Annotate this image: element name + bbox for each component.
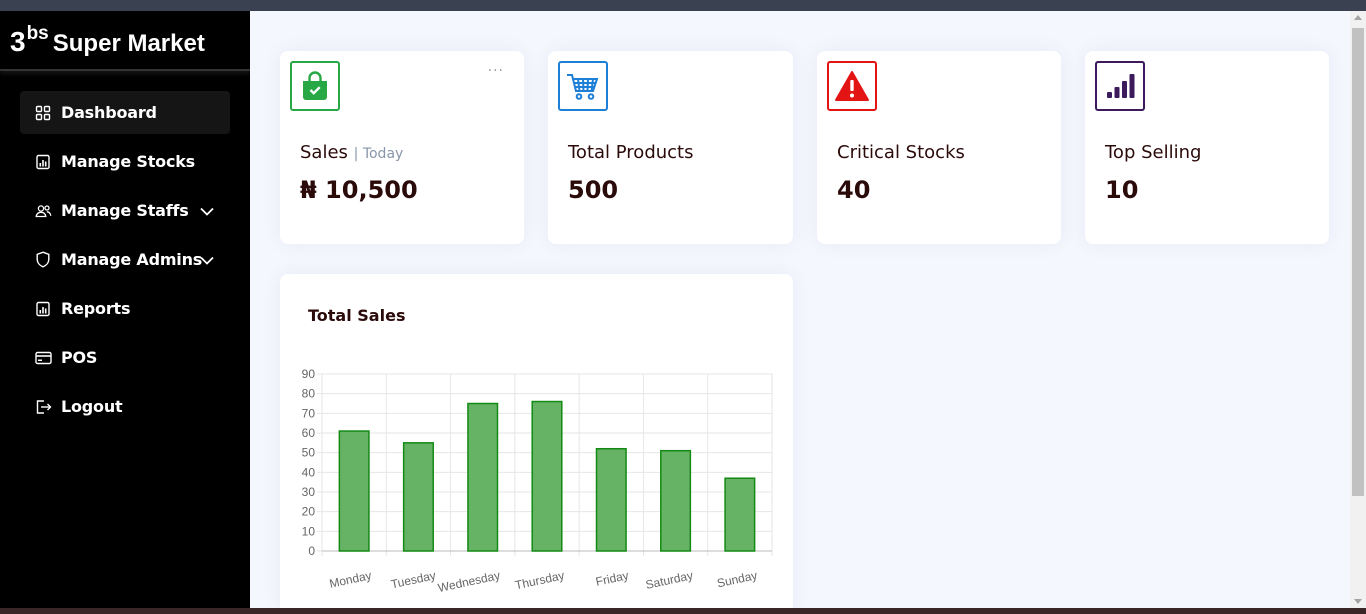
total-sales-card: Total Sales 0 10 20 30 40 50 60 70 80 90 Monday Tue… xyxy=(280,274,793,614)
sidebar-item-label: POS xyxy=(61,348,98,367)
sidebar-item-manage-staffs[interactable]: Manage Staffs xyxy=(20,189,230,232)
card-icon xyxy=(34,349,52,367)
top-selling-card: Top Selling 10 xyxy=(1085,51,1329,244)
card-title: Sales | Today xyxy=(300,142,403,163)
y-tick-label: 90 xyxy=(302,367,316,381)
brand-number: 3 xyxy=(10,26,26,57)
people-icon xyxy=(34,202,52,220)
sidebar: 3bs Super Market Dashboard Manage Stocks … xyxy=(0,11,250,608)
sidebar-item-logout[interactable]: Logout xyxy=(20,385,230,428)
sales-value: ₦ 10,500 xyxy=(300,176,418,204)
brand-name: Super Market xyxy=(52,30,205,57)
x-tick-label: Saturday xyxy=(644,568,694,592)
y-tick-label: 20 xyxy=(302,505,316,519)
sidebar-item-manage-admins[interactable]: Manage Admins xyxy=(20,238,230,281)
x-tick-label: Thursday xyxy=(514,568,566,592)
total-products-card: Total Products 500 xyxy=(548,51,793,244)
x-tick-label: Wednesday xyxy=(437,568,502,595)
brand-superscript: bs xyxy=(26,23,49,44)
y-tick-label: 0 xyxy=(308,544,315,558)
x-tick-label: Tuesday xyxy=(390,568,438,591)
sidebar-item-dashboard[interactable]: Dashboard xyxy=(20,91,230,134)
x-tick-label: Sunday xyxy=(716,568,759,590)
sidebar-item-label: Reports xyxy=(61,299,131,318)
sidebar-item-label: Manage Stocks xyxy=(61,152,195,171)
total-sales-chart: 0 10 20 30 40 50 60 70 80 90 Monday Tuesday Wednesda… xyxy=(302,367,773,595)
sidebar-item-label: Logout xyxy=(61,397,123,416)
top-selling-value: 10 xyxy=(1105,176,1139,204)
y-tick-label: 10 xyxy=(302,524,316,538)
sidebar-nav: Dashboard Manage Stocks Manage Staffs Ma… xyxy=(20,91,230,434)
bar-thursday xyxy=(531,400,563,552)
critical-stocks-title: Critical Stocks xyxy=(837,142,965,163)
critical-stocks-value: 40 xyxy=(837,176,871,204)
logout-icon xyxy=(34,398,52,416)
bar-wednesday xyxy=(467,402,499,552)
chevron-down-icon[interactable] xyxy=(198,251,216,269)
y-tick-label: 60 xyxy=(302,426,316,440)
brand-logo[interactable]: 3bs Super Market xyxy=(0,11,250,71)
bar-report-icon xyxy=(34,153,52,171)
warning-icon xyxy=(827,61,877,111)
sales-card: ··· Sales | Today ₦ 10,500 xyxy=(280,51,524,244)
chevron-down-icon[interactable] xyxy=(198,202,216,220)
scrollbar-thumb[interactable] xyxy=(1352,28,1364,496)
bar-friday xyxy=(595,447,627,552)
main-content: ··· Sales | Today ₦ 10,500 Total Product… xyxy=(250,11,1350,614)
sales-title: Sales xyxy=(300,142,348,163)
browser-top-bar xyxy=(0,0,1366,11)
sidebar-item-label: Dashboard xyxy=(61,103,157,122)
top-selling-title: Top Selling xyxy=(1105,142,1202,163)
shopping-cart-icon xyxy=(558,61,608,111)
bottom-bar xyxy=(0,608,1366,614)
scroll-down-arrow-icon[interactable] xyxy=(1354,599,1362,604)
bar-sunday xyxy=(724,477,756,552)
critical-stocks-card: Critical Stocks 40 xyxy=(817,51,1061,244)
y-tick-label: 40 xyxy=(302,465,316,479)
bar-saturday xyxy=(660,449,692,552)
sidebar-item-pos[interactable]: POS xyxy=(20,336,230,379)
y-tick-label: 80 xyxy=(302,387,316,401)
sidebar-item-label: Manage Staffs xyxy=(61,201,189,220)
total-products-value: 500 xyxy=(568,176,619,204)
total-products-title: Total Products xyxy=(568,142,694,163)
sidebar-item-label: Manage Admins xyxy=(61,250,203,269)
bar-monday xyxy=(338,430,370,552)
y-tick-label: 70 xyxy=(302,406,316,420)
grid-icon xyxy=(34,104,52,122)
shopping-bag-icon xyxy=(290,61,340,111)
bar-report-icon xyxy=(34,300,52,318)
sidebar-item-reports[interactable]: Reports xyxy=(20,287,230,330)
y-tick-label: 50 xyxy=(302,446,316,460)
more-options-icon[interactable]: ··· xyxy=(488,63,504,79)
page-scrollbar[interactable] xyxy=(1350,11,1366,608)
bar-tuesday xyxy=(402,442,434,552)
sidebar-item-manage-stocks[interactable]: Manage Stocks xyxy=(20,140,230,183)
y-tick-label: 30 xyxy=(302,485,316,499)
x-tick-label: Monday xyxy=(328,568,373,591)
x-tick-label: Friday xyxy=(594,568,630,589)
sales-period-label: | Today xyxy=(353,146,404,162)
shield-icon xyxy=(34,251,52,269)
scroll-up-arrow-icon[interactable] xyxy=(1354,15,1362,20)
signal-bars-icon xyxy=(1095,61,1145,111)
